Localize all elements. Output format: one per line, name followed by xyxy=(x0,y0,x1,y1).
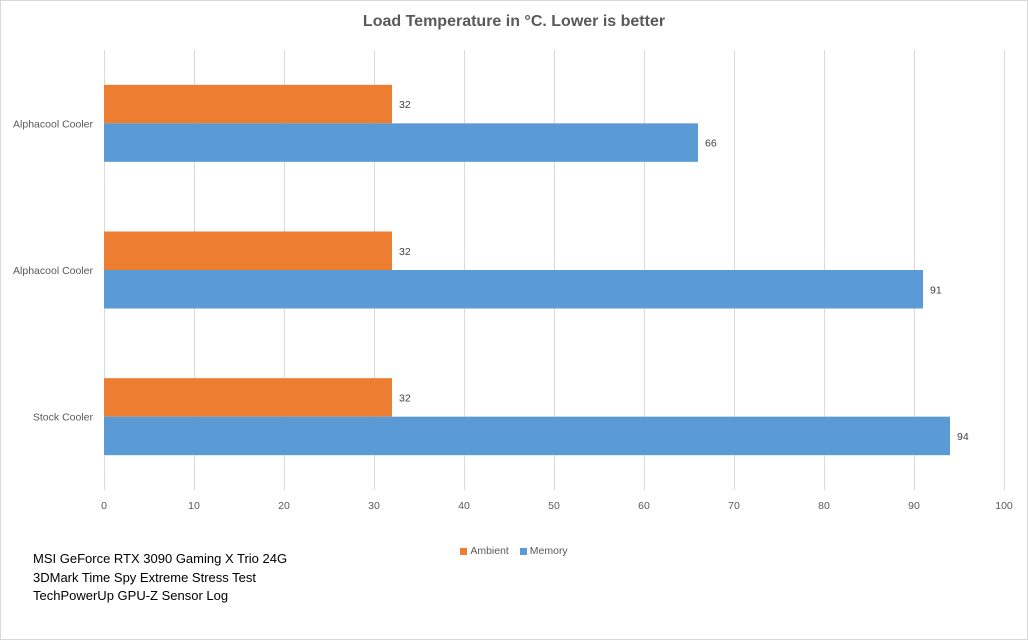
note-gpu: MSI GeForce RTX 3090 Gaming X Trio 24G xyxy=(33,551,288,566)
data-label-ambient-3: 32 xyxy=(399,392,411,404)
legend-swatch-memory xyxy=(519,547,527,555)
bar-memory-2 xyxy=(104,270,923,309)
category-label-1: Alphacool Cooler xyxy=(13,118,93,130)
x-tick-label-20: 20 xyxy=(278,500,290,512)
data-label-memory-2: 91 xyxy=(930,284,942,296)
x-tick-label-40: 40 xyxy=(458,500,470,512)
bar-memory-3 xyxy=(104,416,950,456)
x-tick-label-30: 30 xyxy=(368,500,380,512)
x-tick-label-100: 100 xyxy=(995,500,1013,512)
x-tick-label-90: 90 xyxy=(908,500,920,512)
x-tick-label-70: 70 xyxy=(728,500,740,512)
category-label-2: Alphacool Cooler xyxy=(13,265,93,277)
x-tick-label-10: 10 xyxy=(188,500,200,512)
legend-item-memory: Memory xyxy=(519,545,568,557)
legend-label-ambient: Ambient xyxy=(470,545,509,557)
bar-ambient-2 xyxy=(104,231,392,270)
x-tick-label-50: 50 xyxy=(548,500,560,512)
plot-area: 0 10 20 30 40 50 60 70 80 90 100 Alphacool Cooler 32… xyxy=(13,50,1013,512)
x-tick-label-60: 60 xyxy=(638,500,650,512)
x-tick-label-80: 80 xyxy=(818,500,830,512)
bar-memory-1 xyxy=(104,123,698,162)
note-benchmark: 3DMark Time Spy Extreme Stress Test xyxy=(33,569,256,585)
legend-item-ambient: Ambient xyxy=(460,545,509,557)
data-label-ambient-1: 32 xyxy=(399,99,411,111)
x-tick-label-0: 0 xyxy=(101,500,107,512)
data-label-memory-3: 94 xyxy=(957,431,969,443)
legend-label-memory: Memory xyxy=(529,545,568,557)
chart-notes: MSI GeForce RTX 3090 Gaming X Trio 24G 3… xyxy=(33,550,287,606)
bar-ambient-3 xyxy=(104,378,392,417)
bar-ambient-1 xyxy=(104,84,392,124)
data-label-ambient-2: 32 xyxy=(399,246,411,258)
data-label-memory-1: 66 xyxy=(705,138,717,150)
category-label-3: Stock Cooler xyxy=(33,412,94,424)
note-software: TechPowerUp GPU-Z Sensor Log xyxy=(33,588,229,603)
legend-swatch-ambient xyxy=(460,547,468,555)
